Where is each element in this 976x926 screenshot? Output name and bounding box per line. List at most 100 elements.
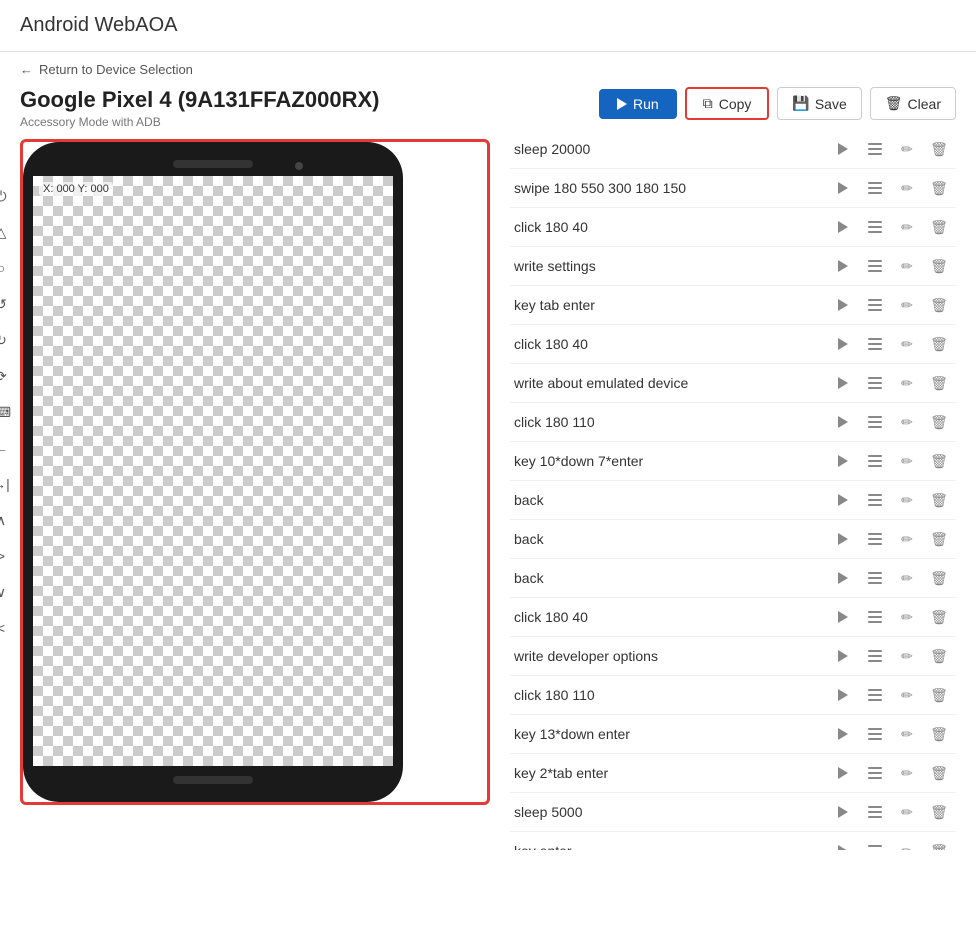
run-command-icon[interactable] (830, 682, 856, 708)
run-command-icon[interactable] (830, 643, 856, 669)
rotate-right-button[interactable]: ↻ (0, 326, 15, 354)
run-command-icon[interactable] (830, 760, 856, 786)
delete-icon[interactable]: 🗑 (926, 682, 952, 708)
delete-icon[interactable]: 🗑 (926, 760, 952, 786)
edit-icon[interactable]: ✏ (894, 331, 920, 357)
edit-icon[interactable]: ✏ (894, 643, 920, 669)
delete-icon[interactable]: 🗑 (926, 721, 952, 747)
delete-icon[interactable]: 🗑 (926, 292, 952, 318)
delete-icon[interactable]: 🗑 (926, 643, 952, 669)
back-circle-button[interactable]: ○ (0, 254, 15, 282)
delete-icon[interactable]: 🗑 (926, 799, 952, 825)
arrow-right-bar-button[interactable]: →| (0, 470, 15, 498)
delete-icon[interactable]: 🗑 (926, 331, 952, 357)
reorder-icon[interactable] (862, 604, 888, 630)
main-layout: Google Pixel 4 (9A131FFAZ000RX) Accessor… (0, 87, 976, 850)
run-command-icon[interactable] (830, 175, 856, 201)
delete-icon[interactable]: 🗑 (926, 253, 952, 279)
delete-icon[interactable]: 🗑 (926, 448, 952, 474)
run-command-icon[interactable] (830, 838, 856, 850)
back-link[interactable]: ← Return to Device Selection (0, 52, 976, 87)
delete-icon[interactable]: 🗑 (926, 214, 952, 240)
run-command-icon[interactable] (830, 331, 856, 357)
delete-icon[interactable]: 🗑 (926, 409, 952, 435)
reorder-icon[interactable] (862, 760, 888, 786)
edit-icon[interactable]: ✏ (894, 136, 920, 162)
reorder-icon[interactable] (862, 214, 888, 240)
reorder-icon[interactable] (862, 526, 888, 552)
edit-icon[interactable]: ✏ (894, 370, 920, 396)
edit-icon[interactable]: ✏ (894, 682, 920, 708)
edit-icon[interactable]: ✏ (894, 565, 920, 591)
reorder-icon[interactable] (862, 253, 888, 279)
run-command-icon[interactable] (830, 214, 856, 240)
reorder-icon[interactable] (862, 799, 888, 825)
edit-icon[interactable]: ✏ (894, 253, 920, 279)
chevron-right-button[interactable]: > (0, 542, 15, 570)
delete-icon[interactable]: 🗑 (926, 370, 952, 396)
phone-screen[interactable]: X: 000 Y: 000 (33, 176, 393, 766)
reorder-icon[interactable] (862, 370, 888, 396)
run-command-icon[interactable] (830, 409, 856, 435)
reorder-icon[interactable] (862, 175, 888, 201)
run-command-icon[interactable] (830, 253, 856, 279)
reorder-icon[interactable] (862, 448, 888, 474)
command-text: sleep 20000 (514, 141, 824, 157)
reorder-icon[interactable] (862, 643, 888, 669)
delete-icon[interactable]: 🗑 (926, 604, 952, 630)
edit-icon[interactable]: ✏ (894, 292, 920, 318)
run-command-icon[interactable] (830, 370, 856, 396)
delete-icon[interactable]: 🗑 (926, 838, 952, 850)
arrow-left-button[interactable]: ← (0, 434, 15, 462)
edit-icon[interactable]: ✏ (894, 721, 920, 747)
phone-home-bar (173, 776, 253, 784)
power-button[interactable]: ⏻ (0, 182, 15, 210)
run-command-icon[interactable] (830, 136, 856, 162)
reorder-icon[interactable] (862, 838, 888, 850)
reorder-icon[interactable] (862, 331, 888, 357)
delete-icon[interactable]: 🗑 (926, 175, 952, 201)
edit-icon[interactable]: ✏ (894, 409, 920, 435)
run-command-icon[interactable] (830, 292, 856, 318)
reorder-icon[interactable] (862, 292, 888, 318)
run-command-icon[interactable] (830, 448, 856, 474)
reorder-icon[interactable] (862, 136, 888, 162)
edit-icon[interactable]: ✏ (894, 175, 920, 201)
delete-icon[interactable]: 🗑 (926, 136, 952, 162)
command-text: write developer options (514, 648, 824, 664)
run-command-icon[interactable] (830, 799, 856, 825)
delete-icon[interactable]: 🗑 (926, 565, 952, 591)
chevron-up-button[interactable]: ∧ (0, 506, 15, 534)
edit-icon[interactable]: ✏ (894, 526, 920, 552)
delete-icon[interactable]: 🗑 (926, 526, 952, 552)
reorder-icon[interactable] (862, 721, 888, 747)
edit-icon[interactable]: ✏ (894, 604, 920, 630)
run-command-icon[interactable] (830, 565, 856, 591)
chevron-left-button[interactable]: < (0, 614, 15, 642)
rotate-left-button[interactable]: ↺ (0, 290, 15, 318)
delete-icon[interactable]: 🗑 (926, 487, 952, 513)
keyboard-button[interactable]: ⌨ (0, 398, 15, 426)
edit-icon[interactable]: ✏ (894, 838, 920, 850)
edit-icon[interactable]: ✏ (894, 448, 920, 474)
save-button[interactable]: 💾 Save (777, 87, 861, 120)
edit-icon[interactable]: ✏ (894, 760, 920, 786)
reorder-icon[interactable] (862, 565, 888, 591)
run-command-icon[interactable] (830, 526, 856, 552)
reorder-icon[interactable] (862, 409, 888, 435)
home-button[interactable]: △ (0, 218, 15, 246)
run-command-icon[interactable] (830, 604, 856, 630)
edit-icon[interactable]: ✏ (894, 487, 920, 513)
reorder-icon[interactable] (862, 682, 888, 708)
run-command-icon[interactable] (830, 721, 856, 747)
edit-icon[interactable]: ✏ (894, 214, 920, 240)
run-command-icon[interactable] (830, 487, 856, 513)
run-button[interactable]: Run (599, 89, 677, 119)
clear-button[interactable]: 🗑 Clear (870, 87, 956, 120)
chevron-down-button[interactable]: ∨ (0, 578, 15, 606)
table-row: key 2*tab enter ✏ 🗑 (510, 754, 956, 793)
copy-button[interactable]: ⧉ Copy (685, 87, 770, 120)
refresh-button[interactable]: ⟳ (0, 362, 15, 390)
edit-icon[interactable]: ✏ (894, 799, 920, 825)
reorder-icon[interactable] (862, 487, 888, 513)
